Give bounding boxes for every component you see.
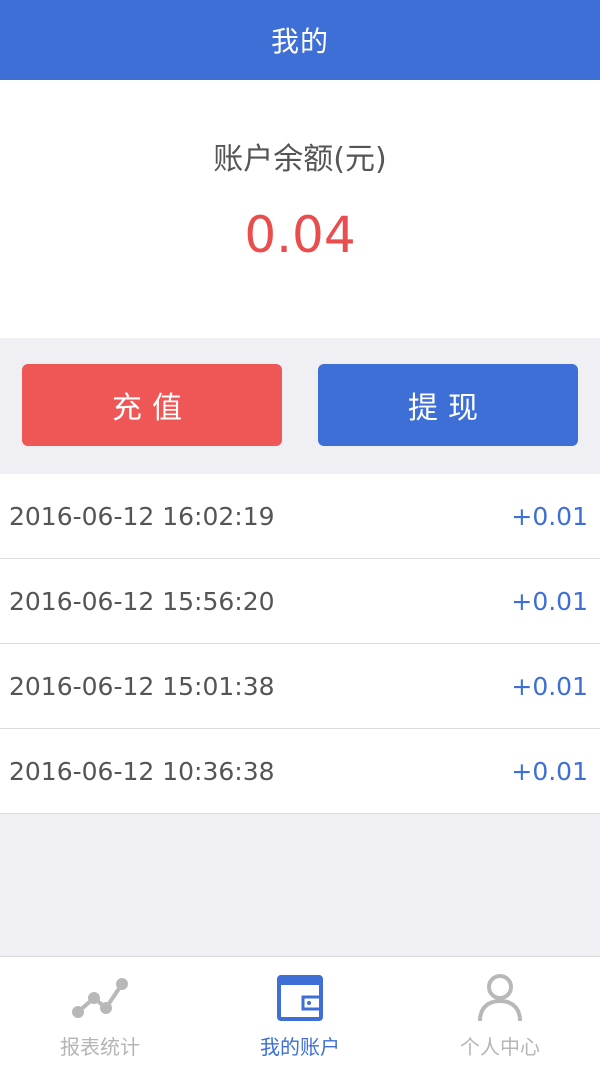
bottom-tab-bar: 报表统计 我的账户 个人中心 (0, 956, 600, 1067)
wallet-icon (268, 971, 332, 1025)
recharge-button[interactable]: 充值 (22, 364, 282, 446)
transaction-amount: +0.01 (511, 501, 588, 531)
balance-section: 账户余额(元) 0.04 (0, 80, 600, 338)
app-screen: 我的 账户余额(元) 0.04 充值 提现 2016-06-12 16:02:1… (0, 0, 600, 1067)
transaction-row[interactable]: 2016-06-12 15:56:20 +0.01 (0, 559, 600, 644)
action-buttons: 充值 提现 (0, 338, 600, 474)
tab-personal-center[interactable]: 个人中心 (400, 957, 600, 1067)
transaction-time: 2016-06-12 16:02:19 (9, 501, 275, 531)
page-title: 我的 (270, 25, 329, 58)
header-bar: 我的 (0, 0, 600, 80)
transaction-list: 2016-06-12 16:02:19 +0.01 2016-06-12 15:… (0, 474, 600, 814)
tab-label: 我的账户 (260, 1035, 340, 1059)
chart-line-icon (68, 971, 132, 1025)
transaction-amount: +0.01 (511, 756, 588, 786)
user-icon (468, 971, 532, 1025)
tab-report-statistics[interactable]: 报表统计 (0, 957, 200, 1067)
transaction-time: 2016-06-12 10:36:38 (9, 756, 275, 786)
transaction-row[interactable]: 2016-06-12 10:36:38 +0.01 (0, 729, 600, 814)
transaction-amount: +0.01 (511, 586, 588, 616)
transaction-time: 2016-06-12 15:56:20 (9, 586, 275, 616)
tab-label: 个人中心 (460, 1035, 540, 1059)
tab-my-account[interactable]: 我的账户 (200, 957, 400, 1067)
transaction-time: 2016-06-12 15:01:38 (9, 671, 275, 701)
tab-label: 报表统计 (60, 1035, 140, 1059)
withdraw-button[interactable]: 提现 (318, 364, 578, 446)
transaction-amount: +0.01 (511, 671, 588, 701)
transaction-row[interactable]: 2016-06-12 15:01:38 +0.01 (0, 644, 600, 729)
transaction-row[interactable]: 2016-06-12 16:02:19 +0.01 (0, 474, 600, 559)
balance-label: 账户余额(元) (213, 142, 387, 177)
balance-amount: 0.04 (244, 206, 356, 264)
